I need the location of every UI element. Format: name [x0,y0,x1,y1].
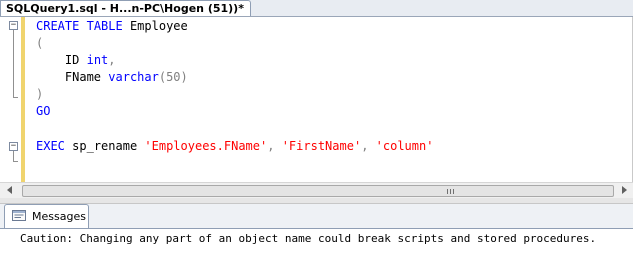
change-tracking-bar [21,17,25,182]
code-line-1: CREATE TABLE Employee [36,18,188,34]
string-arg-3: 'column' [375,139,434,153]
column-fname: FName [64,70,102,84]
varchar-args: (50) [158,70,188,84]
code-line-3: ID int, [36,52,116,68]
fold-guide-line [13,30,14,97]
document-tab-bar: SQLQuery1.sql - H...n-PC\Hogen (51))* [0,0,633,17]
comma: , [108,53,116,67]
tab-sqlquery1[interactable]: SQLQuery1.sql - H...n-PC\Hogen (51))* [0,0,251,16]
scrollbar-thumb[interactable] [22,185,614,197]
fold-guide-line [13,151,14,161]
horizontal-scrollbar[interactable] [0,182,633,199]
code-line-7: EXEC sp_rename 'Employees.FName', 'First… [36,138,433,154]
keyword-exec: EXEC [36,139,65,153]
close-paren: ) [36,87,44,101]
table-name: Employee [129,19,188,33]
column-id: ID [64,53,80,67]
keyword-table: TABLE [86,19,123,33]
fold-end-marker [13,97,18,98]
code-line-2: ( [36,35,43,51]
collapse-icon[interactable]: − [9,142,18,151]
comma: , [361,139,369,153]
code-line-5: ) [36,86,43,102]
string-arg-1: 'Employees.FName' [144,139,268,153]
grip-icon [447,189,454,194]
type-int: int [86,53,109,67]
keyword-create: CREATE [36,19,80,33]
comma: , [267,139,275,153]
tab-messages[interactable]: Messages [4,204,89,228]
results-tab-bar: Messages [0,204,633,229]
query-editor[interactable]: − − CREATE TABLE Employee ( ID int, FNam… [0,17,633,182]
collapse-icon[interactable]: − [9,21,18,30]
scroll-left-arrow-icon[interactable] [7,186,12,194]
messages-icon [12,210,26,221]
type-varchar: varchar [108,70,159,84]
messages-tab-label: Messages [32,210,86,223]
messages-pane: Caution: Changing any part of an object … [0,229,633,255]
scroll-right-arrow-icon[interactable] [622,186,627,194]
code-line-6: GO [36,103,50,119]
message-text: Caution: Changing any part of an object … [20,232,597,245]
code-line-4: FName varchar(50) [36,69,188,85]
string-arg-2: 'FirstName' [281,139,362,153]
open-paren: ( [36,36,44,50]
fold-end-marker [13,161,18,162]
proc-name: sp_rename [72,139,138,153]
keyword-go: GO [36,104,51,118]
